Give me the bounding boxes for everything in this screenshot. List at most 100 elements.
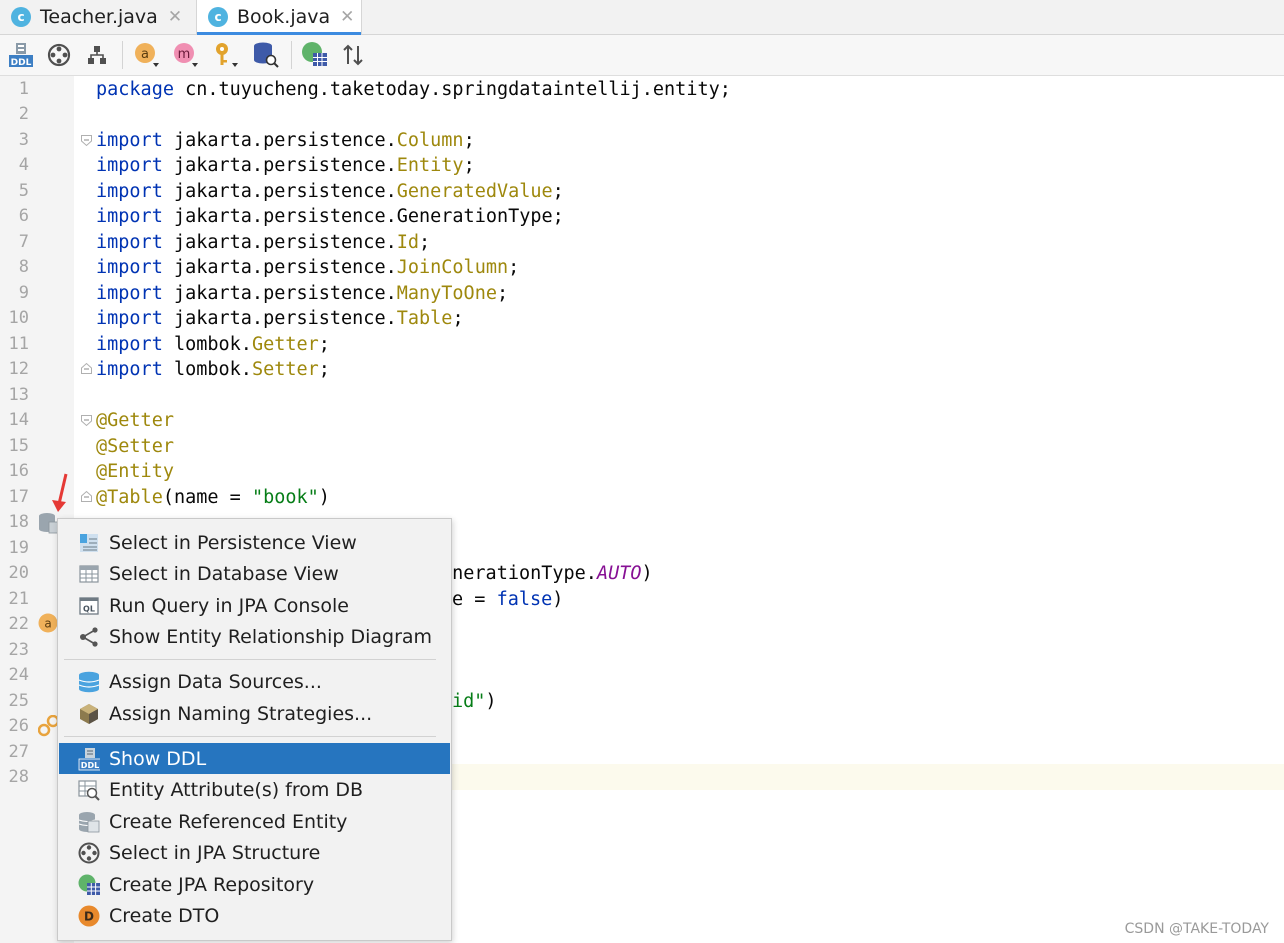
class-icon: c — [11, 7, 31, 27]
menu-item-label: Create Referenced Entity — [109, 810, 348, 833]
tab-book-java[interactable]: c Book.java ✕ — [196, 0, 362, 35]
line-number: 22 — [8, 614, 29, 634]
add-attribute-button[interactable]: a — [133, 41, 161, 69]
menu-item-label: Show Entity Relationship Diagram — [109, 625, 433, 648]
code-text: lombok. — [162, 359, 252, 380]
line-number: 15 — [8, 436, 29, 456]
jpa-repository-icon — [78, 874, 100, 895]
menu-item-create-dto[interactable]: D Create DTO — [59, 900, 450, 931]
keyword: import — [96, 181, 163, 202]
menu-item-label: Entity Attribute(s) from DB — [109, 778, 364, 801]
code-text: ; — [552, 181, 564, 202]
close-icon[interactable]: ✕ — [340, 7, 354, 27]
ddl-button[interactable]: DDL — [7, 41, 35, 69]
menu-item-select-in-persistence-view[interactable]: Select in Persistence View — [59, 527, 450, 558]
class-name: Id — [396, 232, 420, 253]
code-line-1[interactable]: package cn.tuyucheng.taketoday.springdat… — [96, 77, 731, 103]
class-name: Entity — [396, 155, 464, 176]
menu-item-show-ddl[interactable]: DDL Show DDL — [59, 743, 450, 774]
code-line-15[interactable]: @Setter — [96, 434, 174, 460]
line-number: 17 — [8, 487, 29, 507]
method-icon: m — [174, 43, 198, 67]
code-line-21[interactable]: e = false) — [452, 587, 563, 613]
code-text: ; — [318, 359, 330, 380]
jpa-toolbar: DDL a m — [0, 35, 1284, 76]
close-icon[interactable]: ✕ — [168, 7, 182, 27]
class-name: GenerationType — [396, 206, 553, 227]
database-button[interactable] — [252, 41, 280, 69]
keyword: package — [96, 79, 174, 100]
code-text: jakarta.persistence. — [162, 155, 397, 176]
keyword: import — [96, 232, 163, 253]
toolbar-separator — [122, 41, 123, 69]
menu-item-select-in-database-view[interactable]: Select in Database View — [59, 558, 450, 589]
hierarchy-button[interactable] — [83, 41, 111, 69]
line-number: 26 — [8, 716, 29, 736]
code-text: ; — [463, 130, 475, 151]
code-line-9[interactable]: import jakarta.persistence.ManyToOne; — [96, 281, 508, 307]
jpa-structure-button[interactable] — [45, 41, 73, 69]
code-line-16[interactable]: @Entity — [96, 459, 174, 485]
referenced-entity-icon — [78, 811, 100, 832]
svg-text:D: D — [84, 909, 94, 923]
fold-marker-icon[interactable] — [80, 490, 93, 503]
fold-marker-icon[interactable] — [80, 362, 93, 375]
keyword: import — [96, 155, 163, 176]
diagram-icon — [80, 626, 98, 647]
jpa-repository-button[interactable] — [301, 41, 329, 69]
line-number: 6 — [18, 206, 29, 226]
hierarchy-icon — [88, 46, 106, 64]
key-icon — [216, 43, 238, 67]
menu-item-label: Create JPA Repository — [109, 873, 315, 896]
fold-marker-icon[interactable] — [80, 414, 93, 427]
menu-item-entity-attributes-from-db[interactable]: Entity Attribute(s) from DB — [59, 774, 450, 805]
menu-item-run-query-in-jpa-console[interactable]: QL Run Query in JPA Console — [59, 590, 450, 621]
code-text: ; — [463, 155, 475, 176]
svg-text:m: m — [178, 47, 191, 62]
svg-text:DDL: DDL — [81, 761, 99, 770]
code-line-25[interactable]: id") — [452, 689, 497, 715]
menu-item-show-entity-relationship-diagram[interactable]: Show Entity Relationship Diagram — [59, 621, 450, 652]
code-line-10[interactable]: import jakarta.persistence.Table; — [96, 306, 464, 332]
tab-teacher-java[interactable]: c Teacher.java ✕ — [0, 0, 193, 34]
class-icon: c — [208, 7, 228, 27]
code-line-17[interactable]: @Table(name = "book") — [96, 485, 330, 511]
code-text: ) — [318, 487, 330, 508]
class-name: JoinColumn — [396, 257, 509, 278]
code-line-4[interactable]: import jakarta.persistence.Entity; — [96, 153, 475, 179]
add-id-button[interactable] — [212, 41, 240, 69]
watermark: CSDN @TAKE-TODAY — [1124, 921, 1269, 937]
code-line-11[interactable]: import lombok.Getter; — [96, 332, 330, 358]
add-method-button[interactable]: m — [172, 41, 200, 69]
menu-item-select-in-jpa-structure[interactable]: Select in JPA Structure — [59, 837, 450, 868]
menu-item-label: Select in Persistence View — [109, 531, 357, 554]
code-line-14[interactable]: @Getter — [96, 408, 174, 434]
code-line-7[interactable]: import jakarta.persistence.Id; — [96, 230, 430, 256]
code-line-12[interactable]: import lombok.Setter; — [96, 357, 330, 383]
jpa-structure-icon — [47, 43, 71, 67]
sort-button[interactable] — [339, 41, 367, 69]
code-text: ) — [552, 589, 564, 610]
code-line-5[interactable]: import jakarta.persistence.GeneratedValu… — [96, 179, 564, 205]
menu-item-create-jpa-repository[interactable]: Create JPA Repository — [59, 869, 450, 900]
class-name: Table — [396, 308, 453, 329]
menu-item-assign-naming-strategies[interactable]: Assign Naming Strategies... — [59, 698, 450, 729]
menu-item-create-referenced-entity[interactable]: Create Referenced Entity — [59, 806, 450, 837]
code-line-3[interactable]: import jakarta.persistence.Column; — [96, 128, 475, 154]
menu-item-label: Select in Database View — [109, 562, 339, 585]
tab-label: Book.java — [237, 6, 331, 28]
code-line-6[interactable]: import jakarta.persistence.GenerationTyp… — [96, 204, 564, 230]
string-literal: "book" — [251, 487, 319, 508]
menu-separator — [64, 659, 436, 660]
code-text: ; — [496, 283, 509, 304]
code-line-20[interactable]: enerationType.AUTO) — [441, 561, 653, 587]
line-number: 7 — [18, 232, 29, 252]
menu-item-label: Run Query in JPA Console — [109, 594, 349, 617]
code-text: ) — [641, 563, 653, 584]
code-text: ; — [552, 206, 564, 227]
code-line-8[interactable]: import jakarta.persistence.JoinColumn; — [96, 255, 519, 281]
fold-marker-icon[interactable] — [80, 134, 93, 147]
menu-item-assign-data-sources[interactable]: Assign Data Sources... — [59, 666, 450, 697]
class-name: GeneratedValue — [396, 181, 553, 202]
class-name: Setter — [251, 359, 319, 380]
